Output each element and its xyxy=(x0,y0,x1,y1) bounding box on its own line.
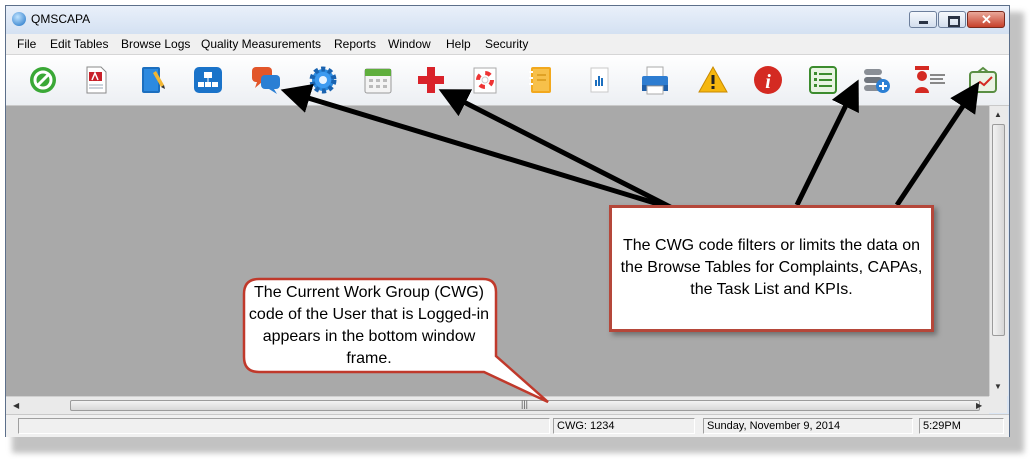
cwg-filter-callout: The CWG code filters or limits the data … xyxy=(609,205,934,332)
arrow-to-kpi-icon xyxy=(894,81,980,207)
arrow-to-settings-icon xyxy=(794,79,859,207)
cwg-location-callout: The Current Work Group (CWG) code of the… xyxy=(248,284,490,367)
cwg-filter-callout-text: The CWG code filters or limits the data … xyxy=(620,237,923,298)
